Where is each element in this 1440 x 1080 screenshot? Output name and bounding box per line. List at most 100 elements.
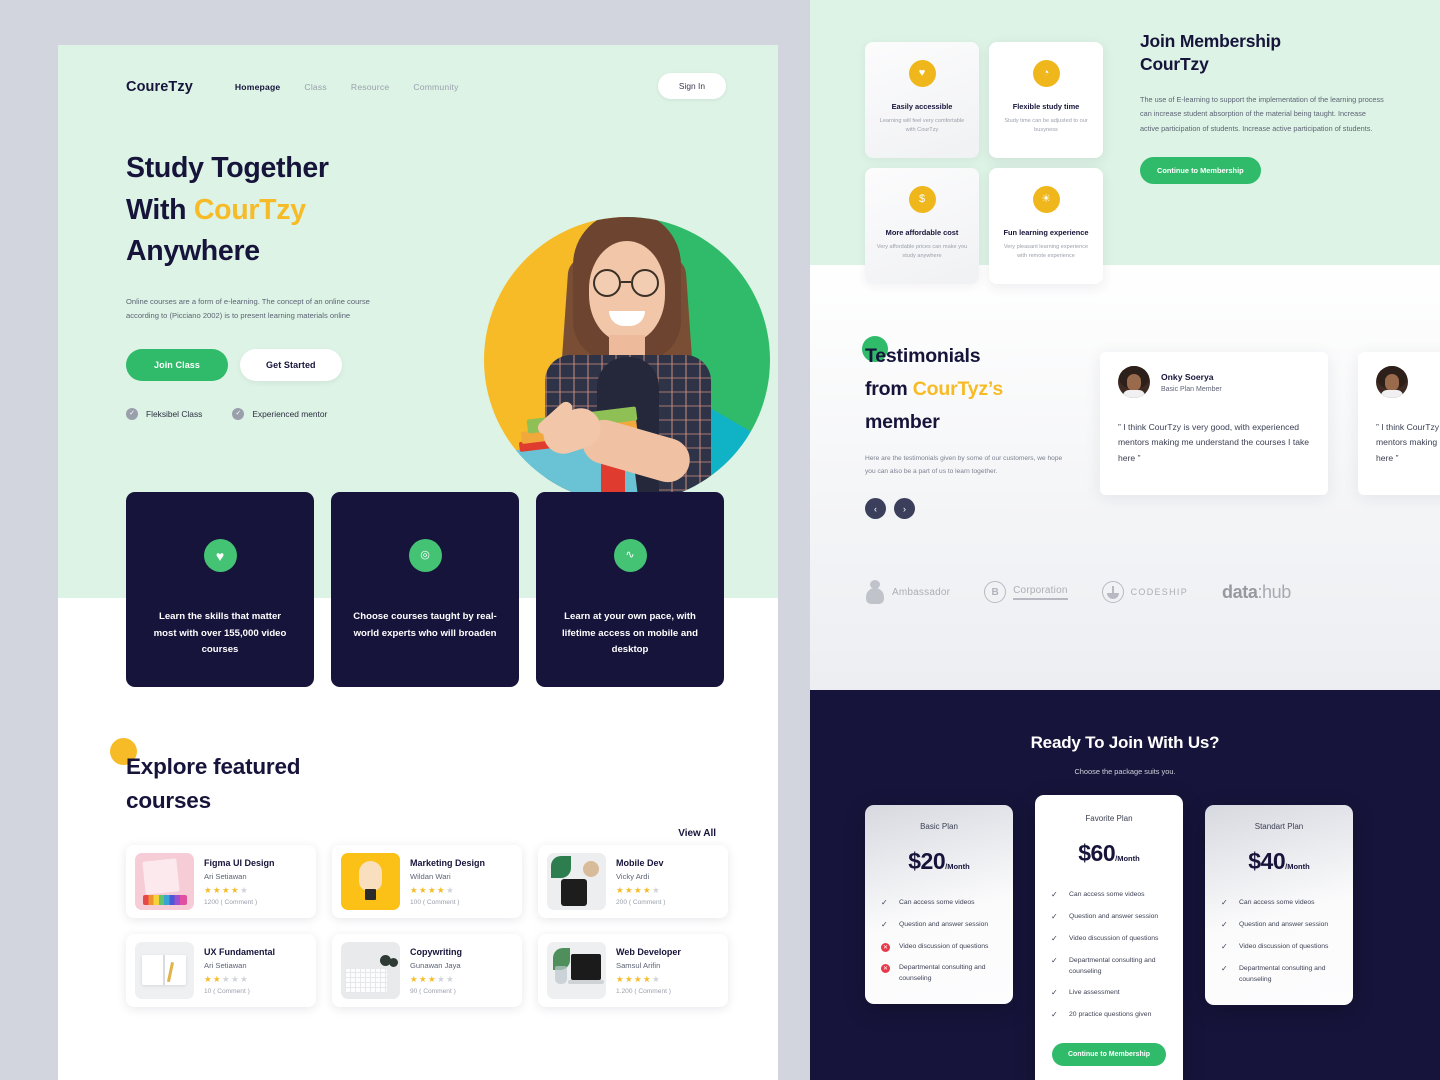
view-all-link[interactable]: View All <box>678 828 716 839</box>
feature-card-text: Choose courses taught by real-world expe… <box>353 611 497 639</box>
nav-link-community[interactable]: Community <box>413 82 458 92</box>
course-comment-count: 1.200 ( Comment ) <box>616 988 671 996</box>
nav-link-class[interactable]: Class <box>304 82 327 92</box>
testimonials-title: Testimonials from CourTyz’s member <box>865 340 1105 439</box>
course-author: Samsul Arifin <box>616 961 661 971</box>
plan-price-period: /Month <box>1115 854 1140 863</box>
course-card[interactable]: Web Developer Samsul Arifin ★★★★★ 1.200 … <box>538 934 728 1007</box>
course-grid: Figma UI Design Ari Setiawan ★★★★★ 1200 … <box>126 845 728 1007</box>
course-author: Ari Setiawan <box>204 961 247 971</box>
testimonial-cards: Onky Soerya Basic Plan Member ” I think … <box>1100 352 1440 495</box>
pricing-plan-standart[interactable]: Standart Plan $40/Month ✓ Can access some… <box>1205 805 1353 1005</box>
course-card[interactable]: Copywriting Gunawan Jaya ★★★★★ 90 ( Comm… <box>332 934 522 1007</box>
dollar-icon: $ <box>908 186 936 213</box>
course-comment-count: 90 ( Comment ) <box>410 988 456 996</box>
hero-title: Study Together With CourTzy Anywhere <box>126 148 456 273</box>
course-card[interactable]: Figma UI Design Ari Setiawan ★★★★★ 1200 … <box>126 845 316 918</box>
hero-title-line3: Anywhere <box>126 235 260 268</box>
plan-feature-text: Can access some videos <box>1069 891 1145 898</box>
plan-feature: ✓ Question and answer session <box>881 919 997 931</box>
plan-feature: ✕ Video discussion of questions <box>881 941 997 952</box>
plan-feature-text: Departmental consulting and counseling <box>1069 957 1156 975</box>
heart-icon: ♥ <box>908 60 936 87</box>
hero-title-line1: Study Together <box>126 152 329 184</box>
pricing-subtitle: Choose the package suits you. <box>1074 767 1176 776</box>
plan-name: Standart Plan <box>1254 822 1304 831</box>
landing-page-left-panel: CoureTzy Homepage Class Resource Communi… <box>58 45 778 1080</box>
course-title: Marketing Design <box>410 857 486 868</box>
course-card[interactable]: Marketing Design Wildan Wari ★★★★★ 100 (… <box>332 845 522 918</box>
nav-link-resource[interactable]: Resource <box>351 82 389 92</box>
plan-feature: ✓ 20 practice questions given <box>1051 1009 1167 1021</box>
plan-name: Basic Plan <box>920 822 958 831</box>
plan-price-amount: $40 <box>1248 848 1286 874</box>
course-comment-count: 10 ( Comment ) <box>204 988 250 996</box>
plan-feature-text: Video discussion of questions <box>1239 943 1329 950</box>
course-thumbnail <box>341 942 400 999</box>
pricing-plan-basic[interactable]: Basic Plan $20/Month ✓ Can access some vi… <box>865 805 1013 1004</box>
course-comment-count: 100 ( Comment ) <box>410 899 460 907</box>
membership-title-line2: CourTzy <box>1140 54 1209 75</box>
check-icon: ✓ <box>1221 942 1228 951</box>
join-class-button[interactable]: Join Class <box>126 348 229 381</box>
close-icon: ✕ <box>881 964 890 973</box>
feature-card-text: Learn at your own pace, with lifetime ac… <box>562 611 698 655</box>
benefit-title: More affordable cost <box>885 228 959 237</box>
check-icon: ✓ <box>1051 934 1058 943</box>
hero-title-line2-prefix: With <box>126 193 194 226</box>
check-icon: ✓ <box>1051 956 1058 965</box>
feature-cards-row: ♥ Learn the skills that matter most with… <box>126 492 724 687</box>
explore-title-line1: Explore featured <box>126 754 301 779</box>
benefit-desc: Very affordable prices can make you stud… <box>876 244 968 259</box>
membership-description: The use of E-learning to support the imp… <box>1140 94 1384 134</box>
landing-page-right-panel: ♥ Easily accessible Learning will feel v… <box>810 0 1440 1080</box>
check-icon: ✓ <box>881 898 888 907</box>
check-icon: ✓ <box>1221 964 1228 973</box>
plan-feature: ✓ Question and answer session <box>1221 919 1337 931</box>
hero-feature-mentor: ✓ Experienced mentor <box>232 407 327 420</box>
chevron-left-icon[interactable]: ‹ <box>865 498 886 519</box>
benefit-card: ☀ Fun learning experience Very pleasant … <box>989 168 1103 284</box>
hero-feature-list: ✓ Fleksibel Class ✓ Experienced mentor <box>126 407 456 420</box>
sign-in-button[interactable]: Sign In <box>657 73 726 99</box>
plan-features: ✓ Can access some videos ✓ Question and an… <box>1051 889 1167 1021</box>
pricing-plan-favorite[interactable]: Favorite Plan $60/Month ✓ Can access some… <box>1035 795 1183 1080</box>
course-card[interactable]: UX Fundamental Ari Setiawan ★★★★★ 10 ( C… <box>126 934 316 1007</box>
nav-link-homepage[interactable]: Homepage <box>235 82 281 92</box>
plan-continue-button[interactable]: Continue to Membership <box>1051 1043 1167 1066</box>
activity-icon: ∿ <box>613 539 647 572</box>
datahub-bold: data <box>1222 581 1258 602</box>
course-comment-count: 200 ( Comment ) <box>616 899 666 907</box>
continue-to-membership-button[interactable]: Continue to Membership <box>1140 156 1261 184</box>
plan-feature-text: Video discussion of questions <box>1069 935 1159 942</box>
hero-title-brand: CourTzy <box>193 193 306 226</box>
plan-feature: ✕ Departmental consulting and counseling <box>881 962 997 984</box>
testimonials-title-line3: member <box>865 411 940 434</box>
plan-feature-text: Question and answer session <box>899 921 989 928</box>
rating-stars: ★★★★★ <box>410 974 456 985</box>
datahub-rest: :hub <box>1257 581 1291 602</box>
course-card[interactable]: Mobile Dev Vicky Ardi ★★★★★ 200 ( Commen… <box>538 845 728 918</box>
rating-stars: ★★★★★ <box>616 974 662 985</box>
plan-feature: ✓ Can access some videos <box>1051 889 1167 901</box>
benefit-title: Flexible study time <box>1012 102 1080 111</box>
datahub-wordmark: data:hub <box>1222 582 1291 603</box>
feature-card: ♥ Learn the skills that matter most with… <box>126 492 314 687</box>
plan-price: $20/Month <box>881 848 997 875</box>
b-corp-icon: B <box>984 581 1007 603</box>
plan-feature: ✓ Can access some videos <box>1221 897 1337 909</box>
partner-name: Ambassador <box>892 586 951 598</box>
testimonial-card: Onky Soerya Basic Plan Member ” I think … <box>1100 352 1328 495</box>
plan-price-amount: $60 <box>1078 840 1116 866</box>
course-thumbnail <box>547 853 606 910</box>
plan-price-amount: $20 <box>908 848 946 874</box>
get-started-button[interactable]: Get Started <box>240 348 342 381</box>
check-icon: ✓ <box>1051 1010 1058 1019</box>
plan-feature: ✓ Can access some videos <box>881 897 997 909</box>
testimonial-author-role: Basic Plan Member <box>1161 385 1222 393</box>
chevron-right-icon[interactable]: › <box>894 498 915 519</box>
screenshot-stage: CoureTzy Homepage Class Resource Communi… <box>0 0 1440 1080</box>
brand-logo[interactable]: CoureTzy <box>126 79 193 95</box>
plan-feature-text: Can access some videos <box>899 899 975 906</box>
plan-feature-text: 20 practice questions given <box>1069 1011 1152 1018</box>
